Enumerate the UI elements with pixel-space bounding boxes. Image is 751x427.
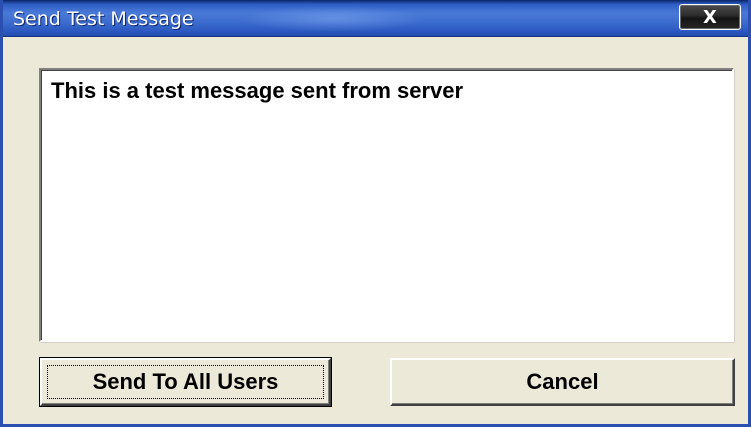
- dialog-body: This is a test message sent from server …: [3, 37, 748, 424]
- title-bar[interactable]: Send Test Message X: [3, 0, 748, 37]
- close-button[interactable]: X: [679, 4, 741, 30]
- cancel-button[interactable]: Cancel: [390, 358, 735, 406]
- send-button-label: Send To All Users: [92, 369, 279, 394]
- close-icon: X: [703, 6, 717, 28]
- send-to-all-users-button[interactable]: Send To All Users: [39, 357, 332, 407]
- cancel-button-label: Cancel: [526, 369, 599, 394]
- message-textarea[interactable]: This is a test message sent from server: [39, 68, 734, 342]
- dialog-window: Send Test Message X This is a test messa…: [0, 0, 751, 427]
- window-title: Send Test Message: [13, 8, 194, 30]
